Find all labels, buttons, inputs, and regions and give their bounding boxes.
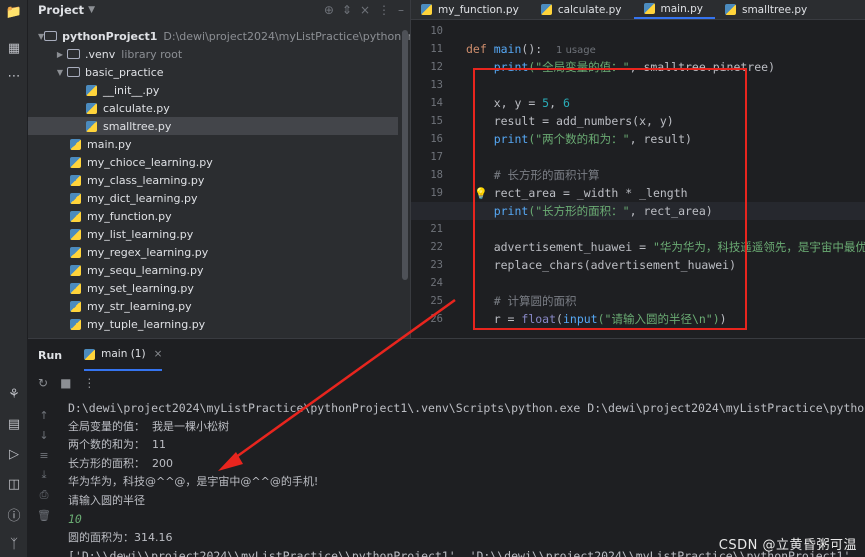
watermark: CSDN @立黄昏粥可温 — [718, 538, 857, 553]
annotation-arrow — [218, 298, 456, 471]
